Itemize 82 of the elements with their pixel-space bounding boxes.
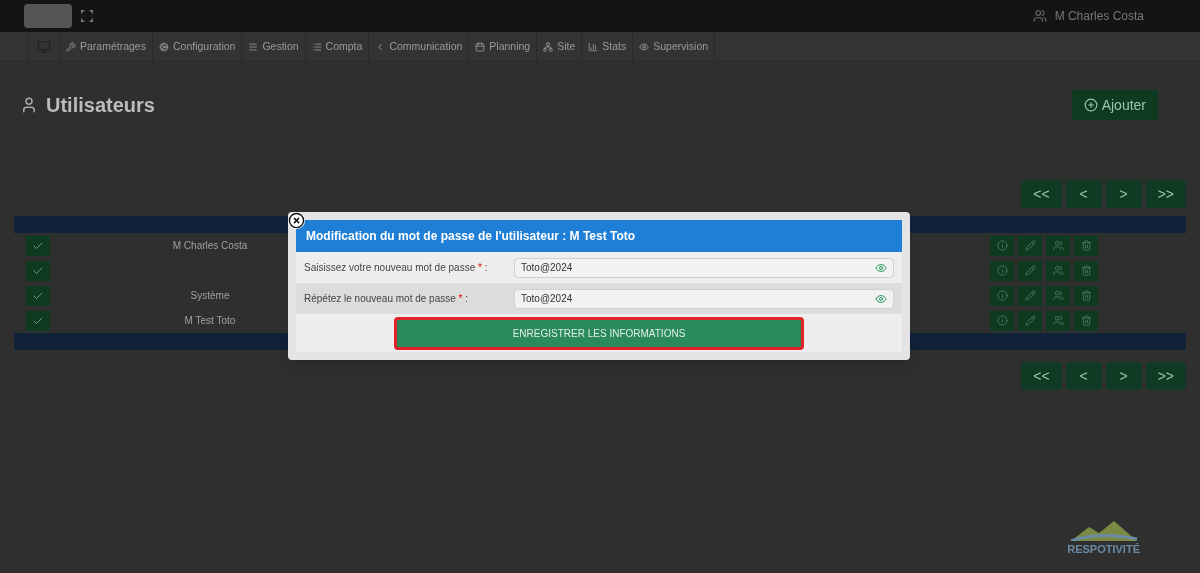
delete-button[interactable]	[1074, 260, 1098, 281]
bars-icon	[248, 41, 259, 52]
field-value: Toto@2024	[521, 292, 573, 306]
monitor-icon[interactable]	[28, 32, 60, 61]
trash-icon	[1080, 315, 1092, 326]
users-button[interactable]	[1046, 310, 1070, 331]
save-button[interactable]: ENREGISTRER LES INFORMATIONS	[394, 316, 804, 350]
close-icon[interactable]	[288, 212, 305, 229]
field-value: Toto@2024	[521, 261, 573, 275]
users-button[interactable]	[1046, 260, 1070, 281]
menu-item[interactable]: Planning	[469, 32, 538, 61]
chart-icon	[588, 41, 599, 52]
users-button[interactable]	[1046, 285, 1070, 306]
pagination-button[interactable]: >	[1105, 180, 1142, 208]
user-name[interactable]: M Charles Costa	[1054, 7, 1144, 25]
delete-button[interactable]	[1074, 285, 1098, 306]
trash-icon	[1080, 240, 1092, 251]
pagination-button[interactable]: >	[1105, 362, 1142, 390]
eye-icon	[639, 41, 650, 52]
info-button[interactable]	[990, 260, 1014, 281]
field-label: Saisissez votre nouveau mot de passe * :	[304, 261, 489, 275]
page-title: Utilisateurs	[46, 93, 155, 118]
menu-item[interactable]: Gestion	[242, 32, 306, 61]
expand-icon[interactable]	[80, 9, 94, 23]
users-button[interactable]	[1046, 235, 1070, 256]
password-field[interactable]: Toto@2024	[514, 257, 894, 278]
edit-button[interactable]	[1018, 310, 1042, 331]
calendar-icon	[475, 41, 486, 52]
users-icon	[1052, 315, 1064, 326]
sitemap-icon	[543, 41, 554, 52]
password-field[interactable]: Toto@2024	[514, 288, 894, 309]
info-button[interactable]	[990, 285, 1014, 306]
users-icon	[1052, 265, 1064, 276]
menu-item[interactable]: Supervision	[633, 32, 716, 61]
pencil-icon	[1024, 315, 1036, 326]
info-icon	[996, 240, 1008, 251]
plus-icon	[1083, 98, 1098, 112]
info-icon	[996, 315, 1008, 326]
pagination-button[interactable]: <	[1065, 362, 1102, 390]
mountain-logo-icon	[1068, 518, 1139, 541]
table-cell-text: Système	[190, 289, 230, 303]
delete-button[interactable]	[1074, 310, 1098, 331]
pagination-button[interactable]: >>	[1145, 362, 1186, 390]
menu-item[interactable]: Site	[537, 32, 583, 61]
logo-text: RESPOTIVITÉ	[1067, 541, 1140, 557]
trash-icon	[1080, 265, 1092, 276]
info-icon	[996, 290, 1008, 301]
pagination-button[interactable]: <<	[1021, 362, 1062, 390]
trash-icon	[1080, 290, 1092, 301]
menu-item[interactable]: Communication	[369, 32, 470, 61]
pencil-icon	[1024, 240, 1036, 251]
menu-item[interactable]: Configuration	[152, 32, 243, 61]
users-icon	[1052, 290, 1064, 301]
wrench-icon	[66, 41, 76, 52]
pencil-icon	[1024, 265, 1036, 276]
eye-icon[interactable]	[875, 261, 887, 274]
table-cell-text: M Charles Costa	[172, 239, 248, 253]
edit-button[interactable]	[1018, 235, 1042, 256]
field-label: Répétez le nouveau mot de passe * :	[304, 292, 470, 306]
delete-button[interactable]	[1074, 235, 1098, 256]
table-cell-text: M Test Toto	[184, 314, 236, 328]
edit-button[interactable]	[1018, 285, 1042, 306]
logo-icon	[24, 4, 72, 28]
pagination-button[interactable]: >>	[1145, 180, 1186, 208]
pagination-button[interactable]: <	[1065, 180, 1102, 208]
menu-item[interactable]: Paramétrages	[60, 32, 153, 61]
menu-item[interactable]: Compta	[305, 32, 370, 61]
pagination-button[interactable]: <<	[1021, 180, 1062, 208]
info-button[interactable]	[990, 235, 1014, 256]
user-icon	[1032, 9, 1047, 23]
pencil-icon	[1024, 290, 1036, 301]
modal-title: Modification du mot de passe de l'utilisateur : M Test Toto	[306, 228, 636, 245]
edit-button[interactable]	[1018, 260, 1042, 281]
gears-icon	[158, 41, 169, 52]
add-button[interactable]: Ajouter	[1071, 90, 1158, 120]
users-icon	[1052, 240, 1064, 251]
info-button[interactable]	[990, 310, 1014, 331]
info-icon	[996, 265, 1008, 276]
menu-item[interactable]: Stats	[582, 32, 634, 61]
list-icon	[311, 41, 322, 52]
person-icon	[20, 96, 38, 114]
eye-icon[interactable]	[875, 292, 887, 305]
